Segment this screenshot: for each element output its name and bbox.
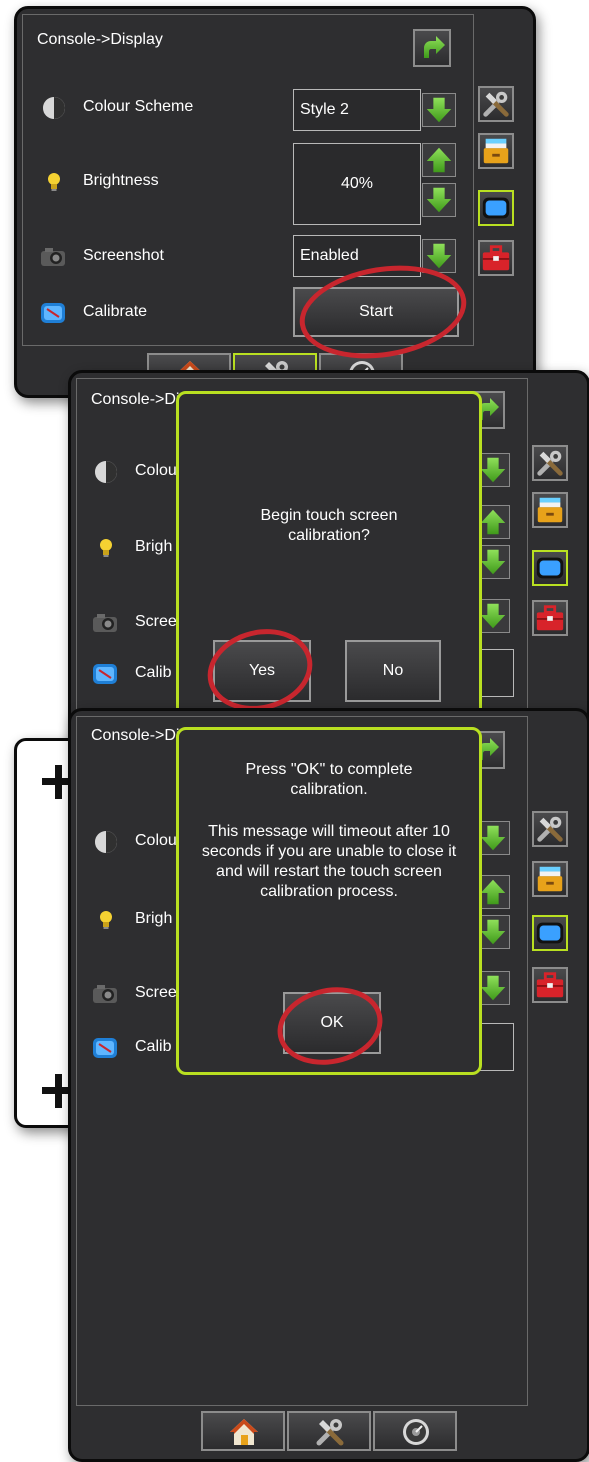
dialog-message: Begin touch screen calibration? (260, 507, 398, 544)
brightness-value: 40% (293, 143, 421, 225)
tab-storage[interactable] (478, 133, 514, 169)
complete-dialog: Press "OK" to complete calibration. This… (176, 727, 482, 1075)
bulb-icon (93, 907, 119, 933)
camera-icon (91, 610, 119, 636)
display-icon (534, 552, 566, 584)
toolbox-icon (534, 602, 566, 634)
calibrate-label: Calibrate (83, 303, 148, 320)
brightness-label: Brightness (83, 172, 159, 189)
storage-icon (534, 494, 566, 526)
tab-display[interactable] (532, 550, 568, 586)
ok-button[interactable]: OK (283, 992, 381, 1054)
colour-scheme-label: Colou (135, 832, 177, 849)
colour-scheme-label: Colour Scheme (83, 98, 194, 115)
tab-home[interactable] (201, 1411, 285, 1451)
yes-button[interactable]: Yes (213, 640, 311, 702)
tab-tools[interactable] (532, 811, 568, 847)
tab-tools[interactable] (478, 86, 514, 122)
calibrate-start-button[interactable]: Start (293, 287, 459, 337)
storage-icon (534, 863, 566, 895)
brightness-label: Brigh (135, 538, 173, 555)
brightness-up-button[interactable] (422, 143, 456, 177)
arrow-down-icon (423, 184, 455, 216)
tab-storage[interactable] (532, 492, 568, 528)
calibrate-icon (39, 300, 67, 326)
display-icon (480, 192, 512, 224)
calibrate-label: Calib (135, 1038, 172, 1055)
back-arrow-icon (415, 31, 449, 65)
tab-storage[interactable] (532, 861, 568, 897)
bulb-icon (93, 535, 119, 561)
screenshot-label: Scree (135, 613, 177, 630)
calibrate-icon (91, 1035, 119, 1061)
camera-icon (39, 244, 67, 270)
dialog-message-ok: Press "OK" to complete calibration. (245, 761, 413, 798)
tools-icon (534, 813, 566, 845)
arrow-down-icon (423, 240, 455, 272)
arrow-down-icon (423, 94, 455, 126)
home-icon (227, 1415, 261, 1449)
tab-toolbox[interactable] (532, 967, 568, 1003)
tab-display[interactable] (478, 190, 514, 226)
colour-scheme-select[interactable]: Style 2 (293, 89, 421, 131)
dialog-message-timeout: This message will timeout after 10 secon… (201, 823, 457, 900)
calibration-dialog: Begin touch screen calibration? Yes No (176, 391, 482, 731)
screenshot-select[interactable]: Enabled (293, 235, 421, 277)
screen-calibration-prompt: Console->Display Colou Brigh Scree Calib… (68, 370, 589, 754)
speedometer-icon (399, 1415, 433, 1449)
tab-toolbox[interactable] (478, 240, 514, 276)
calibrate-label: Calib (135, 664, 172, 681)
tools-icon (480, 88, 512, 120)
back-button[interactable] (413, 29, 451, 67)
tools-icon (313, 1415, 347, 1449)
storage-icon (480, 135, 512, 167)
arrow-up-icon (423, 144, 455, 176)
no-button[interactable]: No (345, 640, 441, 702)
colour-scheme-down-button[interactable] (422, 93, 456, 127)
screen-display-settings: Console->Display Colour Scheme Style 2 B… (14, 6, 536, 398)
half-circle-icon (93, 459, 119, 485)
half-circle-icon (41, 95, 67, 121)
calibrate-icon (91, 661, 119, 687)
half-circle-icon (93, 829, 119, 855)
screen-calibration-complete: Console->Display Colou Brigh Scree Calib… (68, 708, 589, 1462)
page-title: Console->Display (37, 31, 163, 48)
colour-scheme-label: Colou (135, 462, 177, 479)
screenshot-label: Screenshot (83, 247, 164, 264)
tab-toolbox[interactable] (532, 600, 568, 636)
camera-icon (91, 981, 119, 1007)
tab-gauge[interactable] (373, 1411, 457, 1451)
tab-settings[interactable] (287, 1411, 371, 1451)
display-icon (534, 917, 566, 949)
screenshot-down-button[interactable] (422, 239, 456, 273)
brightness-down-button[interactable] (422, 183, 456, 217)
toolbox-icon (534, 969, 566, 1001)
tab-display[interactable] (532, 915, 568, 951)
screenshot-label: Scree (135, 984, 177, 1001)
toolbox-icon (480, 242, 512, 274)
tools-icon (534, 447, 566, 479)
bulb-icon (41, 169, 67, 195)
brightness-label: Brigh (135, 910, 173, 927)
tab-tools[interactable] (532, 445, 568, 481)
